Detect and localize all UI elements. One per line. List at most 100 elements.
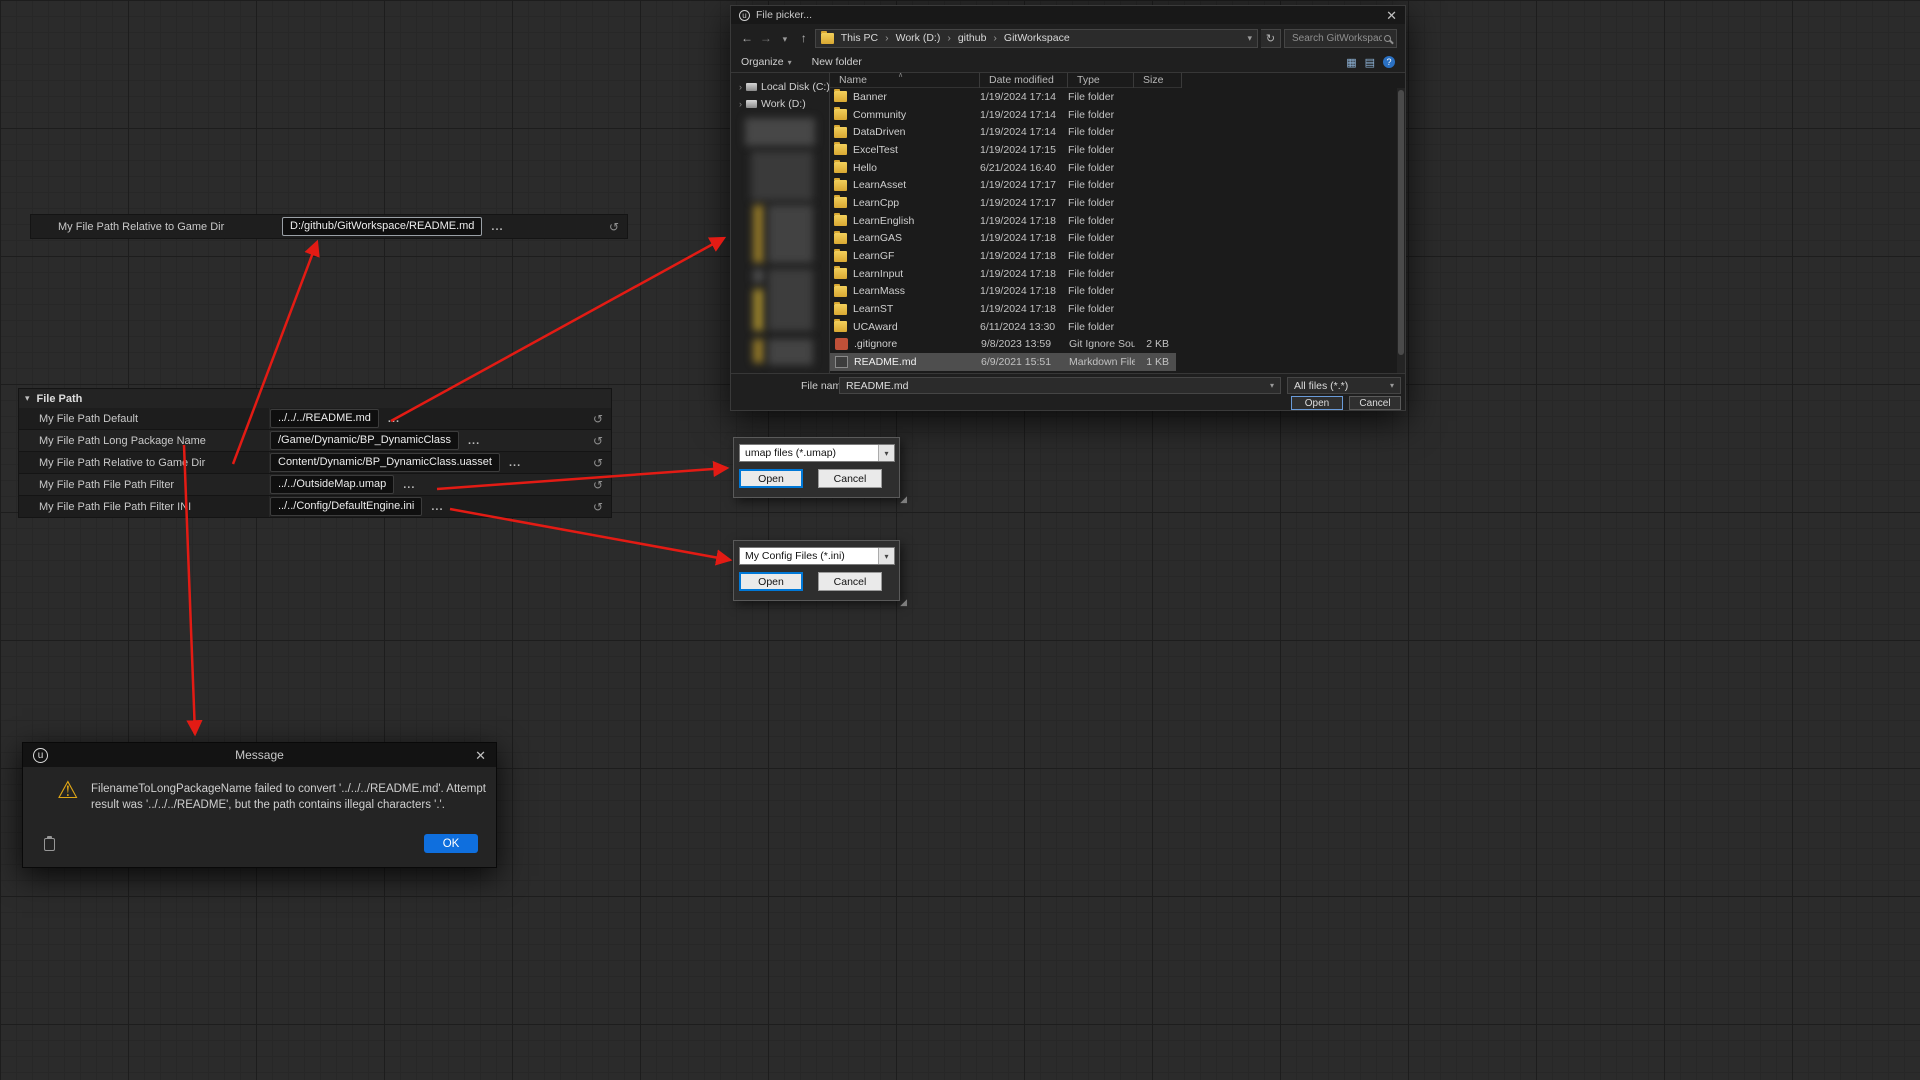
property-value-field[interactable]: ../../OutsideMap.umap	[270, 475, 394, 494]
chevron-down-icon[interactable]	[1270, 381, 1274, 390]
file-name: LearnInput	[853, 268, 980, 280]
address-dropdown-icon[interactable]	[1248, 33, 1253, 44]
sidebar-item-drive[interactable]: Local Disk (C:)	[731, 78, 829, 95]
ok-button[interactable]: OK	[424, 834, 478, 853]
file-icon	[834, 180, 847, 191]
breadcrumb-item[interactable]: Work (D:)	[896, 32, 958, 44]
browse-button[interactable]: ...	[507, 457, 523, 469]
file-row[interactable]: DataDriven 1/19/2024 17:14 File folder	[830, 123, 1176, 141]
file-row[interactable]: LearnInput 1/19/2024 17:18 File folder	[830, 265, 1176, 283]
column-header[interactable]: Size	[1134, 73, 1182, 88]
breadcrumb-item[interactable]: This PC	[841, 32, 896, 44]
breadcrumb-item[interactable]: GitWorkspace	[1004, 32, 1070, 44]
property-rows: My File Path Default ../../../README.md …	[18, 408, 612, 518]
blurred-sidebar-content	[753, 289, 764, 331]
title-bar[interactable]: File picker...	[731, 6, 1405, 24]
column-header[interactable]: Date modified	[980, 73, 1068, 88]
file-icon	[835, 338, 848, 350]
expander-chevron-icon[interactable]	[739, 82, 742, 92]
back-icon[interactable]	[739, 31, 755, 45]
search-input[interactable]	[1290, 32, 1384, 45]
file-size: 1 KB	[1135, 356, 1175, 368]
file-row[interactable]: LearnCpp 1/19/2024 17:17 File folder	[830, 194, 1176, 212]
file-row[interactable]: LearnGF 1/19/2024 17:18 File folder	[830, 247, 1176, 265]
file-row[interactable]: LearnMass 1/19/2024 17:18 File folder	[830, 283, 1176, 301]
file-row[interactable]: .gitignore 9/8/2023 13:59 Git Ignore Sou…	[830, 336, 1176, 354]
column-header[interactable]: Name	[830, 73, 980, 88]
file-row[interactable]: LearnEnglish 1/19/2024 17:18 File folder	[830, 212, 1176, 230]
browse-button[interactable]: ...	[429, 501, 445, 513]
resize-grip[interactable]	[900, 597, 907, 608]
file-row[interactable]: README.md 6/9/2021 15:51 Markdown File 1…	[830, 353, 1176, 371]
file-row[interactable]: LearnAsset 1/19/2024 17:17 File folder	[830, 176, 1176, 194]
close-icon[interactable]	[1386, 9, 1397, 22]
expander-triangle-icon[interactable]	[25, 393, 30, 404]
dialog-title: File picker...	[756, 9, 812, 21]
up-icon[interactable]	[796, 31, 812, 45]
chevron-down-icon[interactable]	[878, 548, 894, 564]
expander-chevron-icon[interactable]	[739, 99, 742, 109]
open-button[interactable]: Open	[739, 469, 803, 488]
reset-to-default-icon[interactable]	[593, 413, 603, 425]
blurred-sidebar-content	[768, 269, 813, 331]
file-name-combobox[interactable]: README.md	[839, 377, 1281, 394]
reset-to-default-icon[interactable]	[593, 501, 603, 513]
message-text: FilenameToLongPackageName failed to conv…	[91, 781, 495, 813]
file-date-modified: 1/19/2024 17:14	[980, 109, 1068, 121]
address-bar[interactable]: This PCWork (D:)githubGitWorkspace	[815, 29, 1258, 48]
preview-pane-icon[interactable]	[1365, 56, 1375, 69]
file-name: Hello	[853, 162, 980, 174]
close-icon[interactable]	[475, 749, 486, 762]
cancel-button[interactable]: Cancel	[818, 572, 882, 591]
property-value-field[interactable]: Content/Dynamic/BP_DynamicClass.uasset	[270, 453, 500, 472]
file-row[interactable]: Community 1/19/2024 17:14 File folder	[830, 106, 1176, 124]
help-icon[interactable]	[1383, 56, 1395, 68]
file-row[interactable]: Hello 6/21/2024 16:40 File folder	[830, 159, 1176, 177]
file-row[interactable]: Banner 1/19/2024 17:14 File folder	[830, 88, 1176, 106]
cancel-button[interactable]: Cancel	[1349, 396, 1401, 410]
browse-button[interactable]: ...	[386, 413, 402, 425]
file-row[interactable]: UCAward 6/11/2024 13:30 File folder	[830, 318, 1176, 336]
chevron-down-icon[interactable]	[1390, 381, 1394, 390]
scrollbar-thumb[interactable]	[1398, 90, 1404, 355]
file-type-filter-dropdown[interactable]: umap files (*.umap)	[739, 444, 895, 462]
property-value-field[interactable]: /Game/Dynamic/BP_DynamicClass	[270, 431, 459, 450]
browse-button[interactable]: ...	[401, 479, 417, 491]
column-header[interactable]: Type	[1068, 73, 1134, 88]
reset-to-default-icon[interactable]	[609, 221, 619, 233]
sidebar-item-drive[interactable]: Work (D:)	[731, 95, 829, 112]
resize-grip[interactable]	[900, 494, 907, 505]
browse-button[interactable]: ...	[489, 221, 505, 233]
reset-to-default-icon[interactable]	[593, 457, 603, 469]
forward-icon[interactable]	[758, 31, 774, 45]
browse-button[interactable]: ...	[466, 435, 482, 447]
scrollbar[interactable]	[1397, 88, 1405, 373]
new-folder-button[interactable]: New folder	[812, 56, 862, 68]
cancel-button[interactable]: Cancel	[818, 469, 882, 488]
property-value-field[interactable]: ../../../README.md	[270, 409, 379, 428]
reset-to-default-icon[interactable]	[593, 479, 603, 491]
title-bar[interactable]: Message	[23, 743, 496, 767]
file-row[interactable]: LearnST 1/19/2024 17:18 File folder	[830, 300, 1176, 318]
open-button[interactable]: Open	[739, 572, 803, 591]
copy-to-clipboard-icon[interactable]	[44, 838, 55, 851]
chevron-down-icon[interactable]	[878, 445, 894, 461]
property-value-field[interactable]: ../../Config/DefaultEngine.ini	[270, 497, 422, 516]
file-name: .gitignore	[854, 338, 981, 350]
property-value-field[interactable]: D:/github/GitWorkspace/README.md	[282, 217, 482, 236]
section-header[interactable]: File Path	[18, 388, 612, 408]
organize-button[interactable]: Organize	[741, 56, 792, 68]
file-row[interactable]: LearnGAS 1/19/2024 17:18 File folder	[830, 230, 1176, 248]
file-icon	[834, 233, 847, 244]
file-type-filter-dropdown[interactable]: My Config Files (*.ini)	[739, 547, 895, 565]
history-dropdown-icon[interactable]	[777, 31, 793, 45]
file-row[interactable]: ExcelTest 1/19/2024 17:15 File folder	[830, 141, 1176, 159]
breadcrumb: This PCWork (D:)githubGitWorkspace	[841, 32, 1070, 44]
change-view-icon[interactable]	[1346, 56, 1356, 69]
file-icon	[834, 215, 847, 226]
reset-to-default-icon[interactable]	[593, 435, 603, 447]
refresh-icon[interactable]	[1261, 29, 1281, 48]
open-button[interactable]: Open	[1291, 396, 1343, 410]
file-type-combobox[interactable]: All files (*.*)	[1287, 377, 1401, 394]
breadcrumb-item[interactable]: github	[958, 32, 1004, 44]
